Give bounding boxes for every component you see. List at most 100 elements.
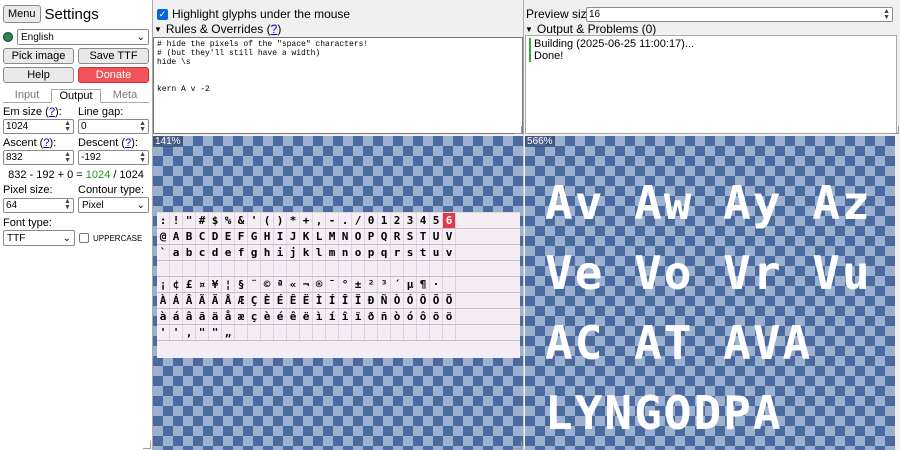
glyph-cell[interactable] [404, 261, 417, 276]
glyph-cell[interactable]: , [183, 325, 196, 340]
glyph-cell[interactable]: ¢ [170, 277, 183, 292]
glyph-cell[interactable]: ä [209, 309, 222, 324]
glyph-cell[interactable]: S [404, 229, 417, 244]
glyph-cell[interactable] [391, 261, 404, 276]
glyph-cell[interactable]: U [430, 229, 443, 244]
glyph-cell[interactable]: r [391, 245, 404, 260]
glyph-cell[interactable]: Q [378, 229, 391, 244]
save-ttf-button[interactable]: Save TTF [78, 48, 149, 64]
glyph-cell[interactable]: C [196, 229, 209, 244]
glyph-cell[interactable]: E [222, 229, 235, 244]
glyph-cell[interactable]: È [261, 293, 274, 308]
glyph-cell[interactable]: Á [170, 293, 183, 308]
glyph-cell[interactable]: ¶ [417, 277, 430, 292]
collapse-triangle-icon[interactable]: ▼ [154, 25, 162, 34]
glyph-cell[interactable]: a [170, 245, 183, 260]
glyph-cell[interactable]: T [417, 229, 430, 244]
glyph-cell[interactable]: ê [287, 309, 300, 324]
glyph-cell[interactable]: Î [339, 293, 352, 308]
glyph-cell[interactable]: Ä [209, 293, 222, 308]
glyph-cell[interactable] [313, 325, 326, 340]
glyph-cell[interactable]: $ [209, 213, 222, 228]
glyph-cell[interactable]: g [248, 245, 261, 260]
glyph-cell[interactable] [222, 261, 235, 276]
glyph-cell[interactable]: 4 [417, 213, 430, 228]
glyph-cell[interactable] [196, 261, 209, 276]
glyph-cell[interactable] [430, 325, 443, 340]
glyph-cell[interactable] [326, 261, 339, 276]
glyph-cell[interactable] [339, 325, 352, 340]
glyph-cell[interactable]: à [157, 309, 170, 324]
glyph-cell[interactable]: Ñ [378, 293, 391, 308]
glyph-cell[interactable]: é [274, 309, 287, 324]
glyph-cell[interactable]: V [443, 229, 456, 244]
glyph-cell[interactable]: ¬ [300, 277, 313, 292]
glyph-cell[interactable]: J [287, 229, 300, 244]
glyph-cell[interactable]: µ [404, 277, 417, 292]
glyph-cell[interactable]: v [443, 245, 456, 260]
glyph-cell[interactable]: - [326, 213, 339, 228]
glyph-cell[interactable] [248, 261, 261, 276]
menu-button[interactable]: Menu [3, 5, 41, 23]
glyph-cell[interactable]: " [209, 325, 222, 340]
glyph-cell[interactable]: Ã [196, 293, 209, 308]
glyph-cell[interactable]: * [287, 213, 300, 228]
line-gap-input[interactable]: 0 ▲ ▼ [78, 119, 149, 134]
glyph-cell[interactable] [365, 261, 378, 276]
glyph-cell[interactable]: « [287, 277, 300, 292]
em-size-help-link[interactable]: ? [49, 106, 55, 118]
glyph-cell[interactable] [274, 261, 287, 276]
glyph-cell[interactable] [170, 261, 183, 276]
glyph-cell[interactable] [391, 325, 404, 340]
glyph-cell[interactable] [157, 261, 170, 276]
glyph-cell[interactable] [417, 261, 430, 276]
glyph-cell[interactable]: ¤ [196, 277, 209, 292]
glyph-cell[interactable]: Õ [430, 293, 443, 308]
glyph-cell[interactable]: Æ [235, 293, 248, 308]
glyph-cell[interactable]: è [261, 309, 274, 324]
donate-button[interactable]: Donate [78, 67, 149, 83]
glyph-cell[interactable]: Ö [443, 293, 456, 308]
glyph-cell[interactable] [443, 261, 456, 276]
collapse-triangle-icon[interactable]: ▼ [525, 25, 533, 34]
glyph-cell[interactable]: É [274, 293, 287, 308]
glyph-cell[interactable]: h [261, 245, 274, 260]
glyph-cell[interactable]: Í [326, 293, 339, 308]
glyph-cell[interactable]: P [365, 229, 378, 244]
glyph-cell[interactable]: ç [248, 309, 261, 324]
language-select[interactable]: English ⌄ [17, 29, 149, 45]
glyph-cell[interactable]: + [300, 213, 313, 228]
contour-type-select[interactable]: Pixel ⌄ [77, 197, 149, 213]
glyph-cell[interactable] [209, 261, 222, 276]
glyph-sheet[interactable]: :! " # $% & '() * +, -./0 1 2 3 4 5 6 @ A B C D E F G H I J K L M N O P… [157, 212, 520, 358]
glyph-cell[interactable]: s [404, 245, 417, 260]
glyph-cell[interactable] [417, 325, 430, 340]
glyph-cell[interactable]: o [352, 245, 365, 260]
glyph-cell[interactable]: ì [313, 309, 326, 324]
glyph-cell[interactable]: " [196, 325, 209, 340]
glyph-cell[interactable]: Ó [404, 293, 417, 308]
glyph-cell[interactable]: " [183, 213, 196, 228]
ascent-help-link[interactable]: ? [43, 137, 49, 149]
glyph-cell[interactable]: K [300, 229, 313, 244]
glyph-cell[interactable]: Ð [365, 293, 378, 308]
glyph-cell[interactable]: N [339, 229, 352, 244]
glyph-cell[interactable] [326, 325, 339, 340]
glyph-cell[interactable]: 3 [404, 213, 417, 228]
glyph-cell[interactable]: â [183, 309, 196, 324]
glyph-cell[interactable]: ï [352, 309, 365, 324]
preview-size-input[interactable]: 16 ▲ ▼ [586, 7, 893, 22]
glyph-cell[interactable]: ' [157, 325, 170, 340]
descent-help-link[interactable]: ? [125, 137, 131, 149]
glyph-cell[interactable] [443, 325, 456, 340]
glyph-cell[interactable]: ³ [378, 277, 391, 292]
glyph-cell[interactable]: @ [157, 229, 170, 244]
glyph-cell[interactable] [378, 261, 391, 276]
rules-editor[interactable]: # hide the pixels of the "space" charact… [153, 37, 523, 134]
glyph-cell[interactable]: I [274, 229, 287, 244]
glyph-cell[interactable]: ð [365, 309, 378, 324]
glyph-cell[interactable]: t [417, 245, 430, 260]
glyph-cell[interactable] [261, 261, 274, 276]
glyph-cell[interactable]: u [430, 245, 443, 260]
glyph-cell[interactable]: À [157, 293, 170, 308]
